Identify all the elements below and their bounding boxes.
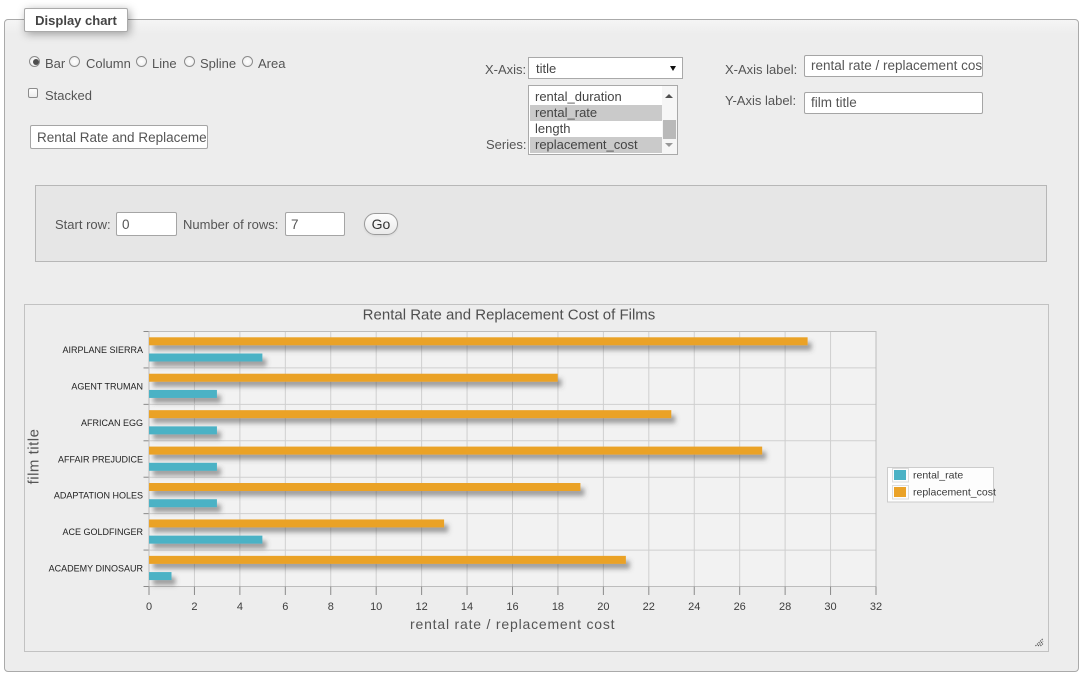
svg-text:rental_rate: rental_rate bbox=[913, 470, 963, 482]
svg-text:AGENT TRUMAN: AGENT TRUMAN bbox=[71, 381, 143, 391]
svg-text:2: 2 bbox=[191, 601, 197, 613]
svg-text:ACE GOLDFINGER: ACE GOLDFINGER bbox=[62, 527, 143, 537]
svg-text:AIRPLANE SIERRA: AIRPLANE SIERRA bbox=[62, 345, 143, 355]
svg-text:0: 0 bbox=[146, 601, 152, 613]
svg-text:ADAPTATION HOLES: ADAPTATION HOLES bbox=[54, 491, 143, 501]
svg-text:Rental Rate and Replacement Co: Rental Rate and Replacement Cost of Film… bbox=[363, 307, 656, 324]
svg-text:rental rate / replacement cost: rental rate / replacement cost bbox=[410, 616, 615, 632]
svg-text:28: 28 bbox=[779, 601, 791, 613]
svg-text:8: 8 bbox=[328, 601, 334, 613]
svg-text:14: 14 bbox=[461, 601, 473, 613]
svg-text:18: 18 bbox=[552, 601, 564, 613]
svg-text:22: 22 bbox=[643, 601, 655, 613]
svg-text:20: 20 bbox=[597, 601, 609, 613]
svg-text:32: 32 bbox=[870, 601, 882, 613]
svg-text:12: 12 bbox=[415, 601, 427, 613]
svg-text:24: 24 bbox=[688, 601, 700, 613]
svg-text:AFRICAN EGG: AFRICAN EGG bbox=[81, 418, 143, 428]
svg-text:replacement_cost: replacement_cost bbox=[913, 487, 996, 499]
svg-text:26: 26 bbox=[734, 601, 746, 613]
svg-text:16: 16 bbox=[506, 601, 518, 613]
svg-text:6: 6 bbox=[282, 601, 288, 613]
svg-text:AFFAIR PREJUDICE: AFFAIR PREJUDICE bbox=[58, 454, 143, 464]
svg-text:10: 10 bbox=[370, 601, 382, 613]
svg-text:ACADEMY DINOSAUR: ACADEMY DINOSAUR bbox=[49, 564, 144, 574]
svg-text:film title: film title bbox=[26, 429, 43, 485]
svg-text:30: 30 bbox=[824, 601, 836, 613]
svg-text:4: 4 bbox=[237, 601, 243, 613]
